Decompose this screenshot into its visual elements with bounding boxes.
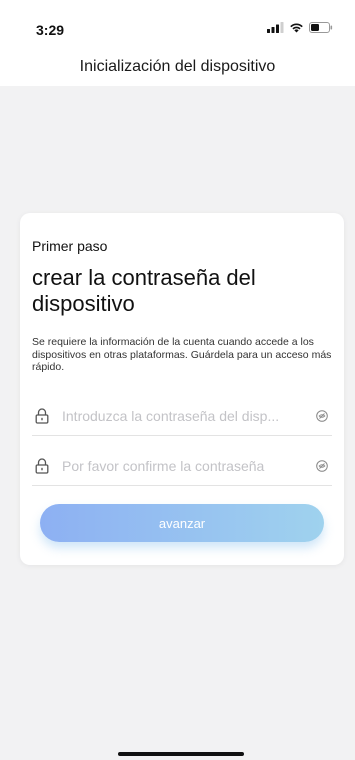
eye-hidden-icon[interactable] xyxy=(316,410,328,422)
status-time: 3:29 xyxy=(36,22,65,38)
eye-hidden-icon[interactable] xyxy=(316,460,328,472)
password-field xyxy=(32,396,332,436)
card-description: Se requiere la información de la cuenta … xyxy=(32,336,332,373)
confirm-password-field xyxy=(32,446,332,486)
signal-icon xyxy=(267,22,284,33)
password-input[interactable] xyxy=(62,404,302,428)
home-indicator xyxy=(118,752,244,756)
lock-icon xyxy=(35,408,49,424)
battery-icon xyxy=(309,22,333,33)
step-label: Primer paso xyxy=(32,238,108,254)
advance-button[interactable]: avanzar xyxy=(40,504,324,542)
page-title: Inicialización del dispositivo xyxy=(79,58,276,75)
wifi-icon xyxy=(290,23,303,33)
top-header-area: 3:29 Inicialización del dispositivo xyxy=(0,0,355,86)
lock-icon xyxy=(35,458,49,474)
status-bar: 3:29 xyxy=(0,0,355,44)
status-icons xyxy=(267,22,333,33)
card-title: crear la contraseña del dispositivo xyxy=(32,265,256,316)
confirm-password-input[interactable] xyxy=(62,454,302,478)
setup-card: Primer paso crear la contraseña del disp… xyxy=(20,213,344,565)
